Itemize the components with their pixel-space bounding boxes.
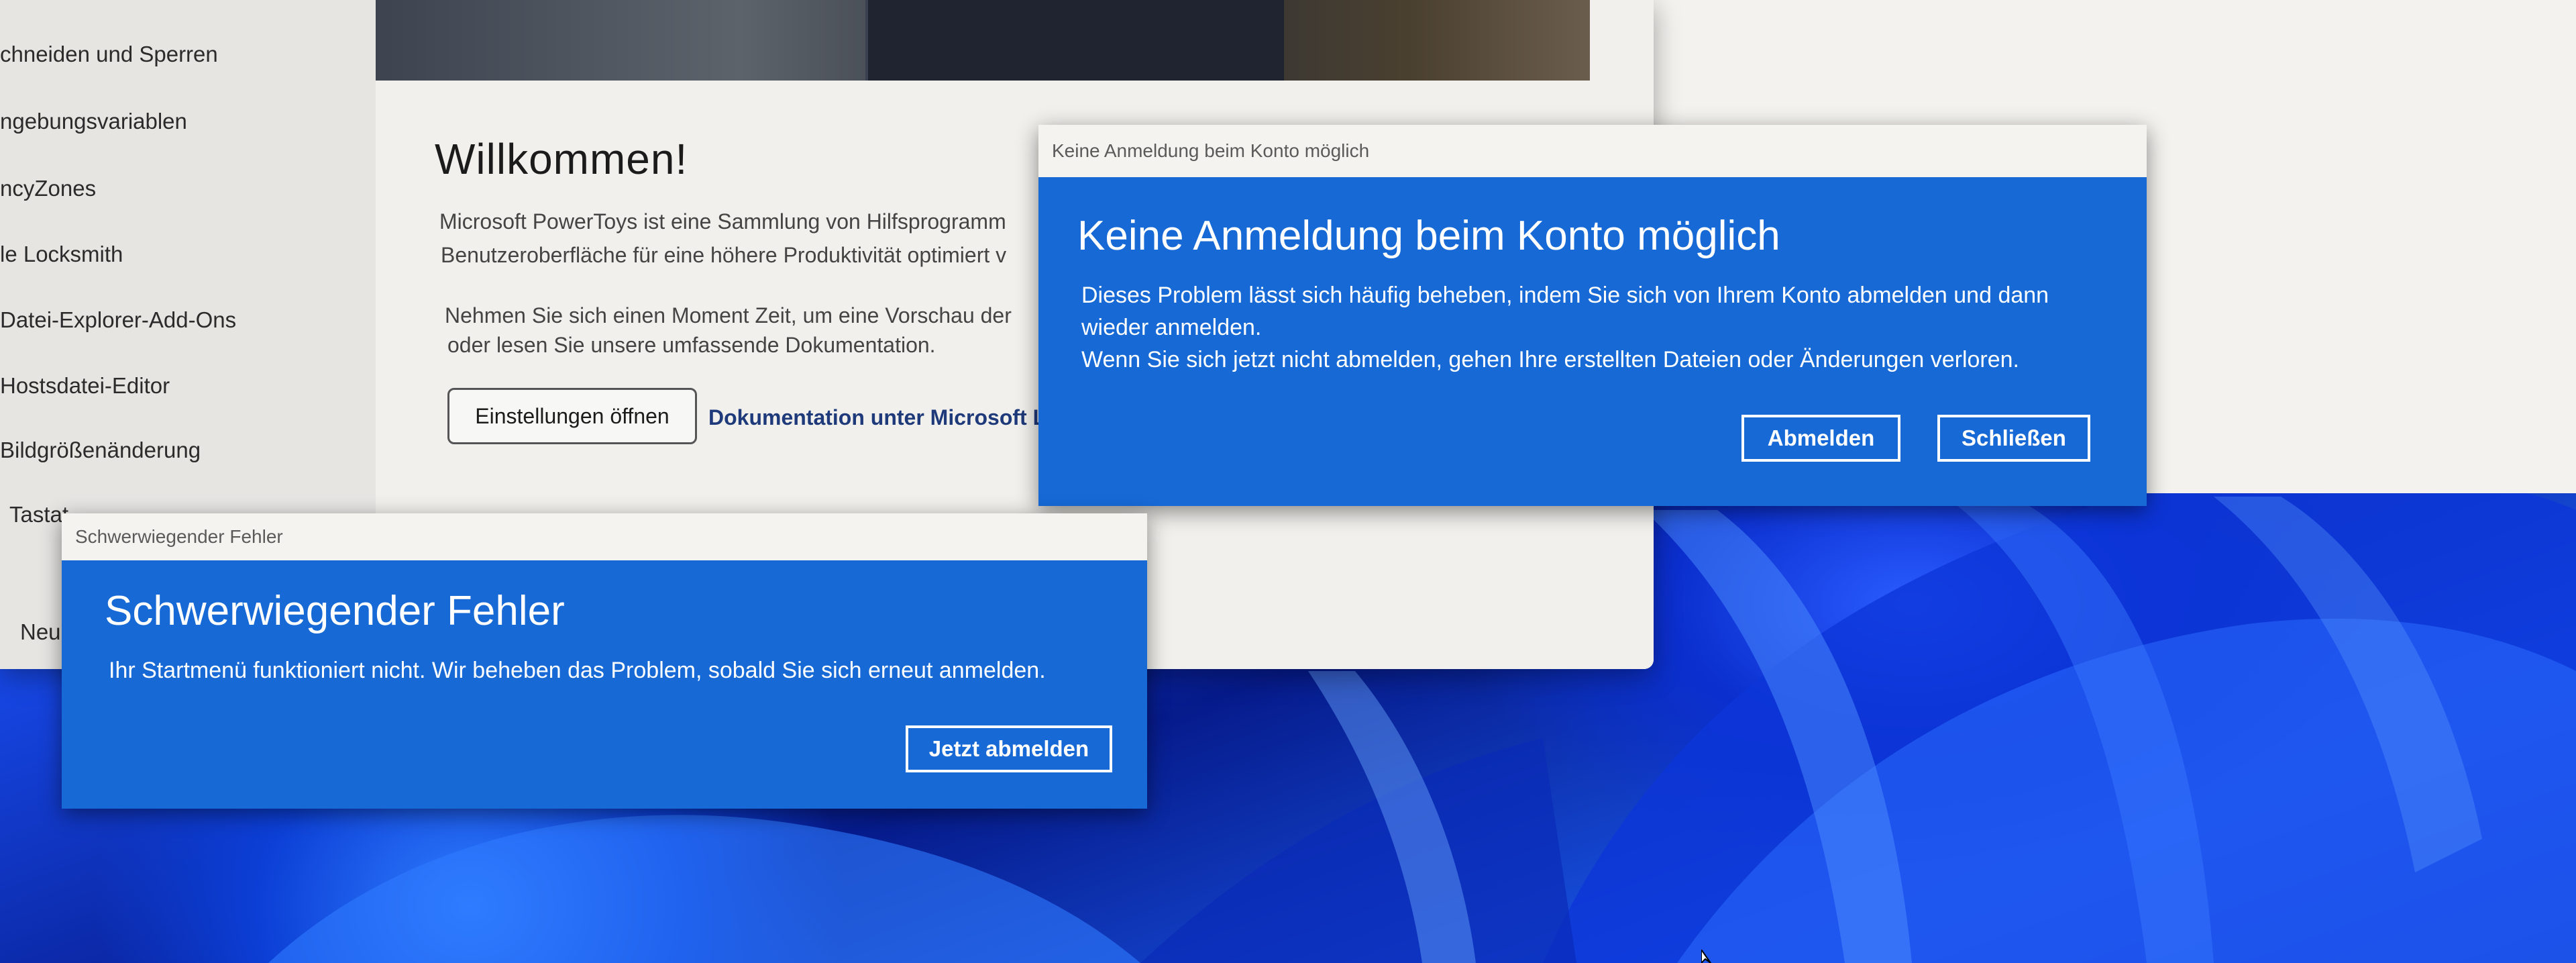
dialog-body: Schwerwiegender Fehler Ihr Startmenü fun… xyxy=(62,560,1147,809)
account-signin-dialog: Keine Anmeldung beim Konto möglich Keine… xyxy=(1038,125,2147,506)
sidebar-item-new[interactable]: Neui xyxy=(20,619,66,645)
preview-text-line-2: oder lesen Sie unsere umfassende Dokumen… xyxy=(447,333,936,357)
dialog-heading: Schwerwiegender Fehler xyxy=(105,588,565,634)
dialog-message: Ihr Startmenü funktioniert nicht. Wir be… xyxy=(109,658,1046,683)
hero-screenshot xyxy=(865,0,1284,81)
intro-text-line-2: Benutzeroberfläche für eine höhere Produ… xyxy=(441,243,1007,267)
sidebar-item-fancyzones[interactable]: ncyZones xyxy=(0,176,96,201)
mouse-pointer-icon xyxy=(1701,950,1711,963)
close-button[interactable]: Schließen xyxy=(1937,415,2090,462)
hero-image xyxy=(376,0,1590,81)
dialog-message-line-2: wieder anmelden. xyxy=(1081,315,1262,340)
sidebar-item-keyboard-manager[interactable]: Tastat xyxy=(9,502,68,527)
dialog-heading: Keine Anmeldung beim Konto möglich xyxy=(1077,213,1780,259)
open-settings-button[interactable]: Einstellungen öffnen xyxy=(447,388,697,444)
dialog-titlebar[interactable]: Keine Anmeldung beim Konto möglich xyxy=(1038,125,2147,177)
documentation-link[interactable]: Dokumentation unter Microsoft L xyxy=(708,405,1046,430)
preview-text-line-1: Nehmen Sie sich einen Moment Zeit, um ei… xyxy=(445,303,1012,327)
fatal-error-dialog: Schwerwiegender Fehler Schwerwiegender F… xyxy=(62,513,1147,809)
sidebar-item-file-locksmith[interactable]: le Locksmith xyxy=(0,242,123,267)
intro-text-line-1: Microsoft PowerToys ist eine Sammlung vo… xyxy=(439,209,1006,234)
page-title: Willkommen! xyxy=(435,135,688,183)
dialog-message-line-1: Dieses Problem lässt sich häufig beheben… xyxy=(1081,283,2049,308)
dialog-body: Keine Anmeldung beim Konto möglich Diese… xyxy=(1038,177,2147,506)
dialog-message-line-3: Wenn Sie sich jetzt nicht abmelden, gehe… xyxy=(1081,347,2020,372)
sidebar-item-hosts-editor[interactable]: Hostsdatei-Editor xyxy=(0,373,170,399)
sidebar-item-environment-variables[interactable]: ngebungsvariablen xyxy=(0,109,187,134)
dialog-titlebar[interactable]: Schwerwiegender Fehler xyxy=(62,513,1147,560)
sidebar-item-image-resizer[interactable]: Bildgrößenänderung xyxy=(0,438,201,463)
sidebar-item-file-explorer-addons[interactable]: Datei-Explorer-Add-Ons xyxy=(0,307,236,333)
signout-button[interactable]: Abmelden xyxy=(1741,415,1900,462)
signout-now-button[interactable]: Jetzt abmelden xyxy=(906,725,1112,772)
sidebar-item-cropping[interactable]: chneiden und Sperren xyxy=(0,42,218,67)
